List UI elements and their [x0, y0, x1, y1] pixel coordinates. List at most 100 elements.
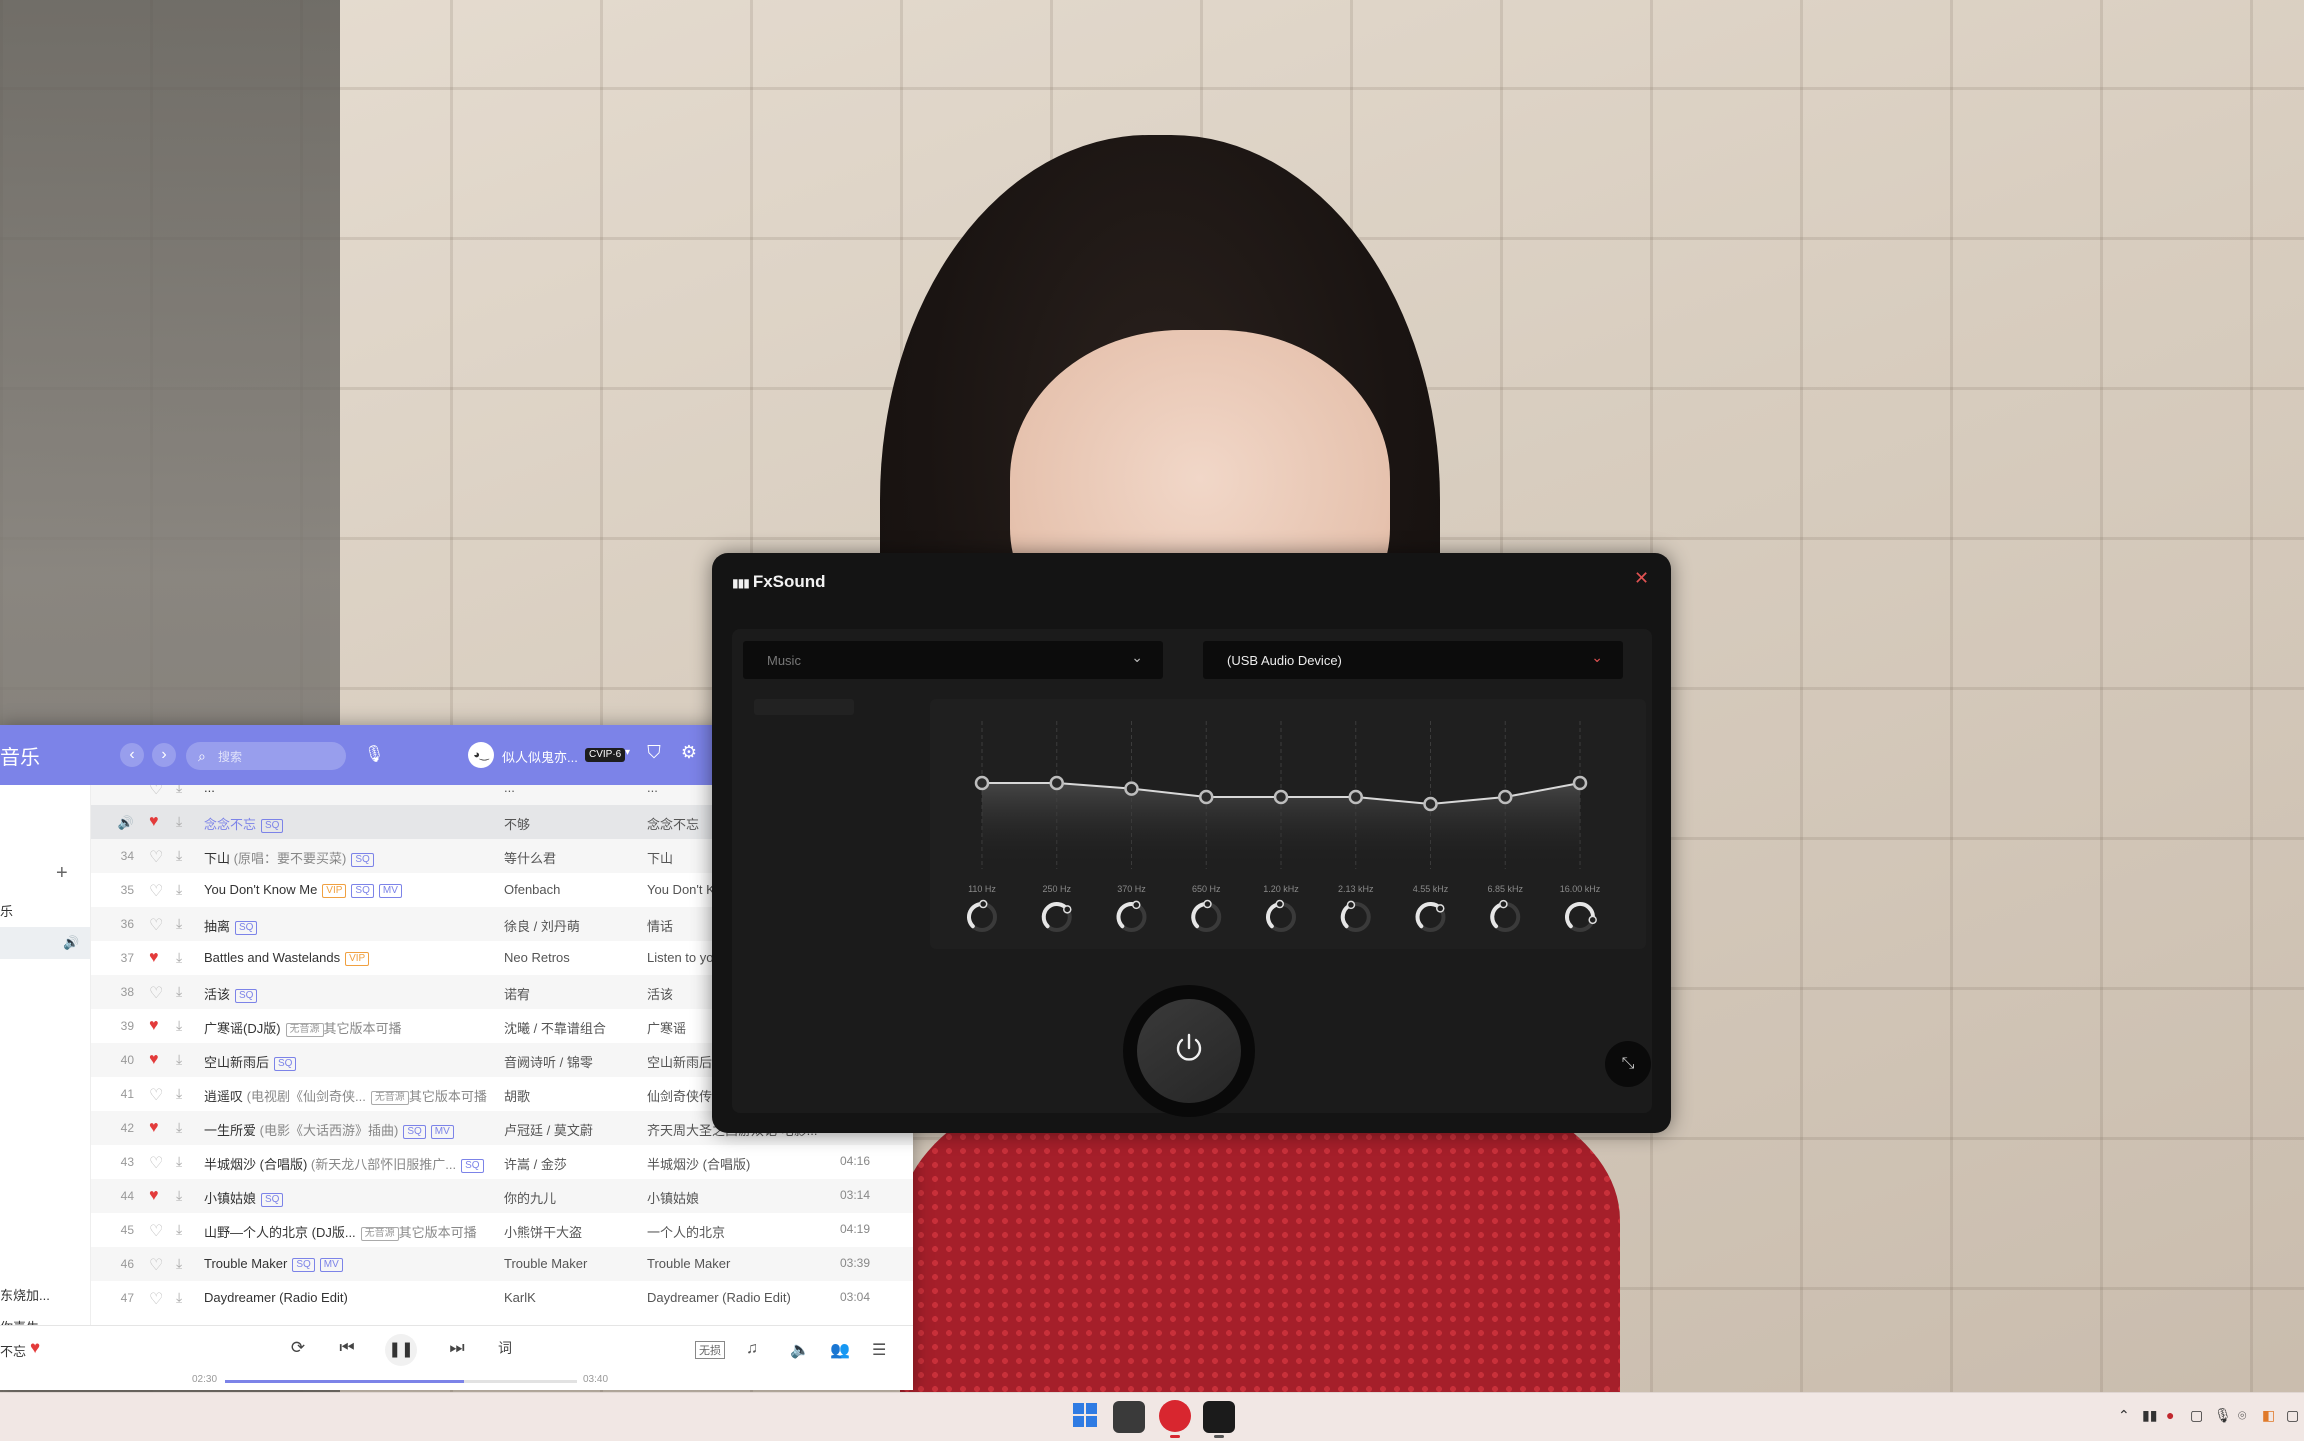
- eq-band-knob[interactable]: [1490, 899, 1521, 932]
- search-box[interactable]: ⌕: [186, 742, 346, 770]
- song-title[interactable]: 空山新雨后 SQ: [204, 1052, 504, 1071]
- avatar[interactable]: ◕‿: [468, 742, 494, 768]
- heart-icon[interactable]: ♡: [149, 785, 163, 799]
- heart-icon[interactable]: ♡: [149, 1255, 163, 1275]
- eq-band-knob[interactable]: [1340, 900, 1371, 932]
- fxsound-icon[interactable]: [1203, 1401, 1235, 1433]
- eq-band-knob[interactable]: [1415, 902, 1446, 932]
- heart-icon[interactable]: ♥: [149, 1187, 159, 1205]
- download-icon[interactable]: ⤓: [176, 1221, 182, 1238]
- chevron-up-icon[interactable]: ⌃: [2118, 1407, 2130, 1424]
- song-title[interactable]: 一生所爱 (电影《大话西游》插曲) SQ MV: [204, 1120, 504, 1139]
- song-title[interactable]: Daydreamer (Radio Edit): [204, 1290, 504, 1305]
- song-artist[interactable]: 诺宥: [504, 984, 644, 1003]
- song-title[interactable]: Trouble Maker SQ MV: [204, 1256, 504, 1272]
- download-icon[interactable]: ⤓: [176, 1119, 182, 1136]
- download-icon[interactable]: ⤓: [176, 1051, 182, 1068]
- download-icon[interactable]: ⤓: [176, 785, 182, 796]
- song-album[interactable]: Daydreamer (Radio Edit): [647, 1290, 827, 1305]
- song-artist[interactable]: 沈曦 / 不靠谱组合: [504, 1018, 644, 1037]
- network-icon[interactable]: ⌾: [2238, 1407, 2246, 1424]
- song-title[interactable]: 广寒谣(DJ版) 无音源 其它版本可播: [204, 1018, 504, 1037]
- song-title[interactable]: ...: [204, 785, 504, 795]
- song-artist[interactable]: 许嵩 / 金莎: [504, 1154, 644, 1173]
- song-album[interactable]: 一个人的北京: [647, 1222, 827, 1241]
- song-artist[interactable]: 小熊饼干大盗: [504, 1222, 644, 1241]
- preset-select[interactable]: Music ⌄: [743, 641, 1163, 679]
- download-icon[interactable]: ⤓: [176, 847, 182, 864]
- song-title[interactable]: 逍遥叹 (电视剧《仙剑奇侠... 无音源 其它版本可播: [204, 1086, 504, 1105]
- download-icon[interactable]: ⤓: [176, 1255, 182, 1272]
- song-artist[interactable]: 徐良 / 刘丹萌: [504, 916, 644, 935]
- plus-icon[interactable]: +: [56, 862, 68, 885]
- forward-button[interactable]: ›: [152, 743, 176, 767]
- eq-band-knob[interactable]: [1116, 900, 1147, 932]
- download-icon[interactable]: ⤓: [176, 983, 182, 1000]
- download-icon[interactable]: ⤓: [176, 915, 182, 932]
- download-icon[interactable]: ⤓: [176, 949, 182, 966]
- eq-band-knob[interactable]: [1266, 899, 1296, 932]
- eq-band-handle[interactable]: [1049, 775, 1064, 791]
- microphone-icon[interactable]: 🎙: [2214, 1407, 2232, 1424]
- song-title[interactable]: Battles and Wastelands VIP: [204, 950, 504, 966]
- playlist-icon[interactable]: ☰: [872, 1340, 886, 1360]
- heart-icon[interactable]: ♡: [149, 1289, 163, 1309]
- heart-icon[interactable]: ♡: [149, 915, 163, 935]
- download-icon[interactable]: ⤓: [176, 1187, 182, 1204]
- download-icon[interactable]: ⤓: [176, 1017, 182, 1034]
- download-icon[interactable]: ⤓: [176, 881, 182, 898]
- heart-icon[interactable]: ♡: [149, 1153, 163, 1173]
- song-artist[interactable]: 不够: [504, 814, 644, 833]
- eq-band-knob[interactable]: [967, 899, 997, 932]
- sound-effect-icon[interactable]: ♫: [746, 1340, 758, 1358]
- heart-icon[interactable]: ♡: [149, 847, 163, 867]
- heart-icon[interactable]: ♥: [149, 1051, 159, 1069]
- table-row[interactable]: 44 ♥ ⤓ 小镇姑娘 SQ 你的九儿 小镇姑娘 03:14: [91, 1179, 913, 1213]
- quality-button[interactable]: 无损: [695, 1341, 725, 1359]
- song-title[interactable]: 念念不忘 SQ: [204, 814, 504, 833]
- search-input[interactable]: [216, 746, 340, 768]
- eq-band-handle[interactable]: [1572, 775, 1588, 791]
- output-device-select[interactable]: (USB Audio Device) ⌄: [1203, 641, 1623, 679]
- song-album[interactable]: Trouble Maker: [647, 1256, 827, 1271]
- eq-band-handle[interactable]: [1124, 781, 1139, 796]
- fxsound-tray-icon[interactable]: ▮▮: [2142, 1407, 2157, 1424]
- download-icon[interactable]: ⤓: [176, 1289, 182, 1306]
- eq-band-handle[interactable]: [1348, 789, 1363, 805]
- heart-icon[interactable]: ♥: [30, 1338, 40, 1358]
- lyrics-button[interactable]: 词: [492, 1338, 518, 1358]
- volume-icon[interactable]: 🔈: [790, 1340, 810, 1360]
- heart-icon[interactable]: ♥: [149, 1017, 159, 1035]
- song-title[interactable]: 抽离 SQ: [204, 916, 504, 935]
- sidebar-item-label[interactable]: 东烧加...: [0, 1285, 50, 1304]
- table-row[interactable]: 43 ♡ ⤓ 半城烟沙 (合唱版) (新天龙八部怀旧服推广... SQ 许嵩 / 金莎 半城…: [91, 1145, 913, 1179]
- table-row[interactable]: 46 ♡ ⤓ Trouble Maker SQ MV Trouble Maker Troubl…: [91, 1247, 913, 1281]
- song-title[interactable]: You Don't Know Me VIP SQ MV: [204, 882, 504, 898]
- back-button[interactable]: ‹: [120, 743, 144, 767]
- download-icon[interactable]: ⤓: [176, 1085, 182, 1102]
- table-row[interactable]: 47 ♡ ⤓ Daydreamer (Radio Edit) KarlK Daydream…: [91, 1281, 913, 1315]
- eq-band-handle[interactable]: [974, 775, 990, 791]
- pause-button[interactable]: ❚❚: [385, 1334, 417, 1366]
- download-icon[interactable]: ⤓: [176, 1153, 182, 1170]
- notification-icon[interactable]: ▢: [2286, 1407, 2299, 1424]
- progress-slider[interactable]: [225, 1380, 577, 1383]
- song-title[interactable]: 山野—个人的北京 (DJ版... 无音源 其它版本可播: [204, 1222, 504, 1241]
- chevron-down-icon[interactable]: ▾: [625, 747, 630, 758]
- song-title[interactable]: 半城烟沙 (合唱版) (新天龙八部怀旧服推广... SQ: [204, 1154, 504, 1173]
- song-artist[interactable]: KarlK: [504, 1290, 644, 1305]
- song-artist[interactable]: Trouble Maker: [504, 1256, 644, 1271]
- song-title[interactable]: 小镇姑娘 SQ: [204, 1188, 504, 1207]
- song-artist[interactable]: Ofenbach: [504, 882, 644, 897]
- heart-icon[interactable]: ♥: [149, 949, 159, 967]
- app-tray-icon[interactable]: ◧: [2262, 1407, 2275, 1424]
- song-artist[interactable]: 卢冠廷 / 莫文蔚: [504, 1120, 644, 1139]
- song-album[interactable]: 小镇姑娘: [647, 1188, 827, 1207]
- song-album[interactable]: 半城烟沙 (合唱版): [647, 1154, 827, 1173]
- sidebar-item-label[interactable]: 乐: [0, 901, 13, 920]
- vip-badge[interactable]: CVIP·6: [585, 748, 626, 762]
- heart-icon[interactable]: ♥: [149, 1119, 159, 1137]
- next-icon[interactable]: ⏭: [444, 1338, 470, 1358]
- eq-band-knob[interactable]: [1191, 899, 1222, 932]
- song-title[interactable]: 下山 (原唱：要不要买菜) SQ: [204, 848, 504, 867]
